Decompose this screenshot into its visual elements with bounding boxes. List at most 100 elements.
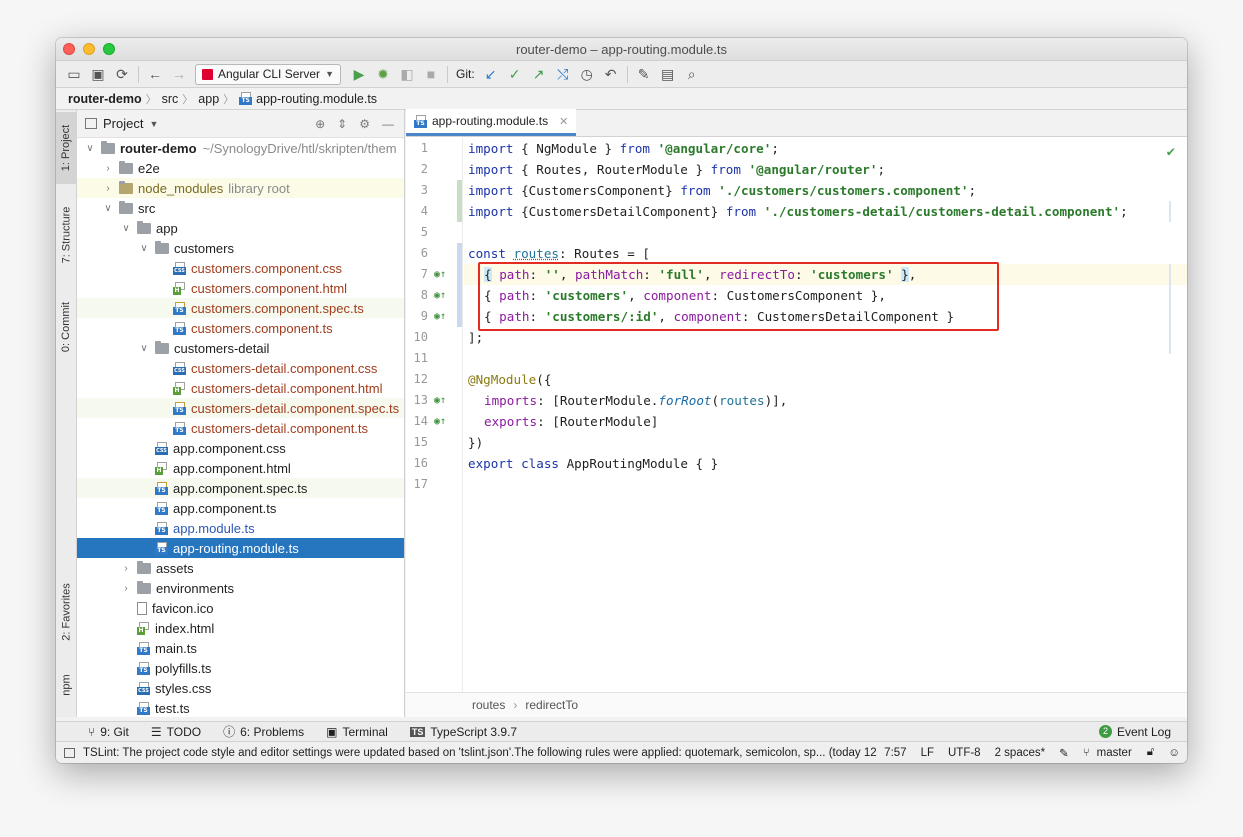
coverage-icon[interactable]: ◧ [395,63,419,85]
tree-row-file[interactable]: app.component.spec.ts [77,478,404,498]
tab-commit[interactable]: 0: Commit [56,290,77,364]
terminal-window-icon[interactable]: ▤ [656,63,680,85]
lock-icon[interactable]: 🔓︎ [1147,746,1154,759]
tree-row-assets[interactable]: › assets [77,558,404,578]
typescript-file-icon [239,92,253,105]
vcs-change-marker[interactable] [457,243,462,327]
save-icon[interactable]: ▣ [86,63,110,85]
wrench-icon[interactable]: ✎ [632,63,656,85]
tool-todo[interactable]: ☰ TODO [151,725,201,739]
line-number: 3 [420,183,428,197]
breadcrumb-file[interactable]: app-routing.module.ts [256,92,377,106]
inspection-ok-icon[interactable]: ✔ [1167,144,1175,160]
tree-row-environments[interactable]: › environments [77,578,404,598]
git-branch[interactable]: master [1097,747,1132,759]
tree-row-file[interactable]: index.html [77,618,404,638]
tree-row-node-modules[interactable]: › node_modules library root [77,178,404,198]
tool-windows-toggle-icon[interactable] [64,747,75,758]
tree-row-src[interactable]: ∨ src [77,198,404,218]
tree-row-file[interactable]: main.ts [77,638,404,658]
tab-structure[interactable]: 7: Structure [56,195,77,275]
tree-row-file[interactable]: favicon.ico [77,598,404,618]
collapse-all-icon[interactable]: ⇕ [337,117,347,131]
tree-row-file[interactable]: customers.component.css [77,258,404,278]
stop-icon[interactable]: ■ [419,63,443,85]
tab-npm[interactable]: npm [56,665,77,705]
tree-row-file[interactable]: app.module.ts [77,518,404,538]
vcs-change-marker[interactable] [457,180,462,222]
tool-event-log[interactable]: 2 Event Log [1098,725,1171,739]
tree-row-e2e[interactable]: › e2e [77,158,404,178]
line-separator[interactable]: LF [921,747,934,759]
debug-icon[interactable]: ✹ [371,63,395,85]
tree-row-file[interactable]: test.ts [77,698,404,718]
tree-row-file[interactable]: styles.css [77,678,404,698]
chevron-right-icon: › [106,182,110,194]
tree-row-customers[interactable]: ∨ customers [77,238,404,258]
breadcrumb-root[interactable]: router-demo [68,92,142,106]
status-message[interactable]: TSLint: The project code style and edito… [83,747,877,759]
hector-icon[interactable]: ☺ [1168,747,1180,759]
tree-row-file[interactable]: customers-detail.component.html [77,378,404,398]
tree-row-app[interactable]: ∨ app [77,218,404,238]
indent-setting[interactable]: 2 spaces* [995,747,1046,759]
git-commit-icon[interactable]: ✓ [503,63,527,85]
tree-row-file[interactable]: customers.component.ts [77,318,404,338]
tool-terminal[interactable]: ▣ Terminal [326,725,388,739]
tree-row-file[interactable]: app.component.ts [77,498,404,518]
tree-row-customers-detail[interactable]: ∨ customers-detail [77,338,404,358]
route-navigation-icon[interactable]: ◉↑ [434,411,446,432]
chevron-down-icon[interactable]: ▼ [149,119,158,129]
tree-row-file[interactable]: customers-detail.component.ts [77,418,404,438]
route-navigation-icon[interactable]: ◉↑ [434,306,446,327]
tree-row-file[interactable]: polyfills.ts [77,658,404,678]
git-merge-icon[interactable]: ⤭ [551,63,575,85]
back-icon[interactable]: ← [143,63,167,85]
open-folder-icon[interactable]: ▭ [62,63,86,85]
tool-problems[interactable]: ⓘ 6: Problems [223,723,304,740]
tree-row-file[interactable]: app.component.css [77,438,404,458]
tree-row-file[interactable]: customers-detail.component.spec.ts [77,398,404,418]
code-token: routes [719,393,765,408]
tree-row-file[interactable]: customers-detail.component.css [77,358,404,378]
hide-icon[interactable]: — [382,117,394,131]
tree-row-file[interactable]: customers.component.spec.ts [77,298,404,318]
editor-breadcrumb-item[interactable]: routes [472,698,505,712]
tool-typescript[interactable]: TS TypeScript 3.9.7 [409,725,517,739]
tree-row-file[interactable]: app.component.html [77,458,404,478]
route-navigation-icon[interactable]: ◉↑ [434,390,446,411]
editor-breadcrumb-item[interactable]: redirectTo [525,698,578,712]
code-token: ; [968,183,977,198]
forward-icon[interactable]: → [167,63,191,85]
route-navigation-icon[interactable]: ◉↑ [434,264,446,285]
git-update-icon[interactable]: ↙ [479,63,503,85]
run-configuration-select[interactable]: Angular CLI Server ▼ [195,63,341,85]
tab-project[interactable]: 1: Project [56,112,77,184]
git-push-icon[interactable]: ↗ [527,63,551,85]
tree-row-file[interactable]: customers.component.html [77,278,404,298]
history-icon[interactable]: ◷ [575,63,599,85]
typescript-file-icon [155,521,168,535]
locate-icon[interactable]: ⊕ [315,117,325,131]
run-icon[interactable]: ▶ [347,63,371,85]
breadcrumb-src[interactable]: src [162,92,179,106]
gear-icon[interactable]: ⚙ [359,117,370,131]
sync-icon[interactable]: ⟳ [110,63,134,85]
code-style-icon[interactable]: ✎ [1059,746,1069,760]
tree-row-file-selected[interactable]: app-routing.module.ts [77,538,404,558]
route-navigation-icon[interactable]: ◉↑ [434,285,446,306]
project-panel-title[interactable]: Project [103,116,143,131]
search-icon[interactable]: ⌕ [680,63,704,85]
code-area[interactable]: 1 2 3 4 5 6 7 8 9 10 11 12 13 14 15 16 1… [406,138,1187,692]
caret-position[interactable]: 7:57 [884,747,906,759]
tool-git[interactable]: ⑂ 9: Git [88,725,129,739]
tree-row-root[interactable]: ∨ router-demo ~/SynologyDrive/htl/skript… [77,138,404,158]
file-encoding[interactable]: UTF-8 [948,747,981,759]
tab-app-routing-module[interactable]: app-routing.module.ts ✕ [406,109,577,136]
tree-item-label: e2e [138,160,160,176]
close-tab-icon[interactable]: ✕ [559,115,568,128]
breadcrumb-app[interactable]: app [198,92,219,106]
tab-favorites[interactable]: 2: Favorites [56,572,77,652]
rollback-icon[interactable]: ↶ [599,63,623,85]
